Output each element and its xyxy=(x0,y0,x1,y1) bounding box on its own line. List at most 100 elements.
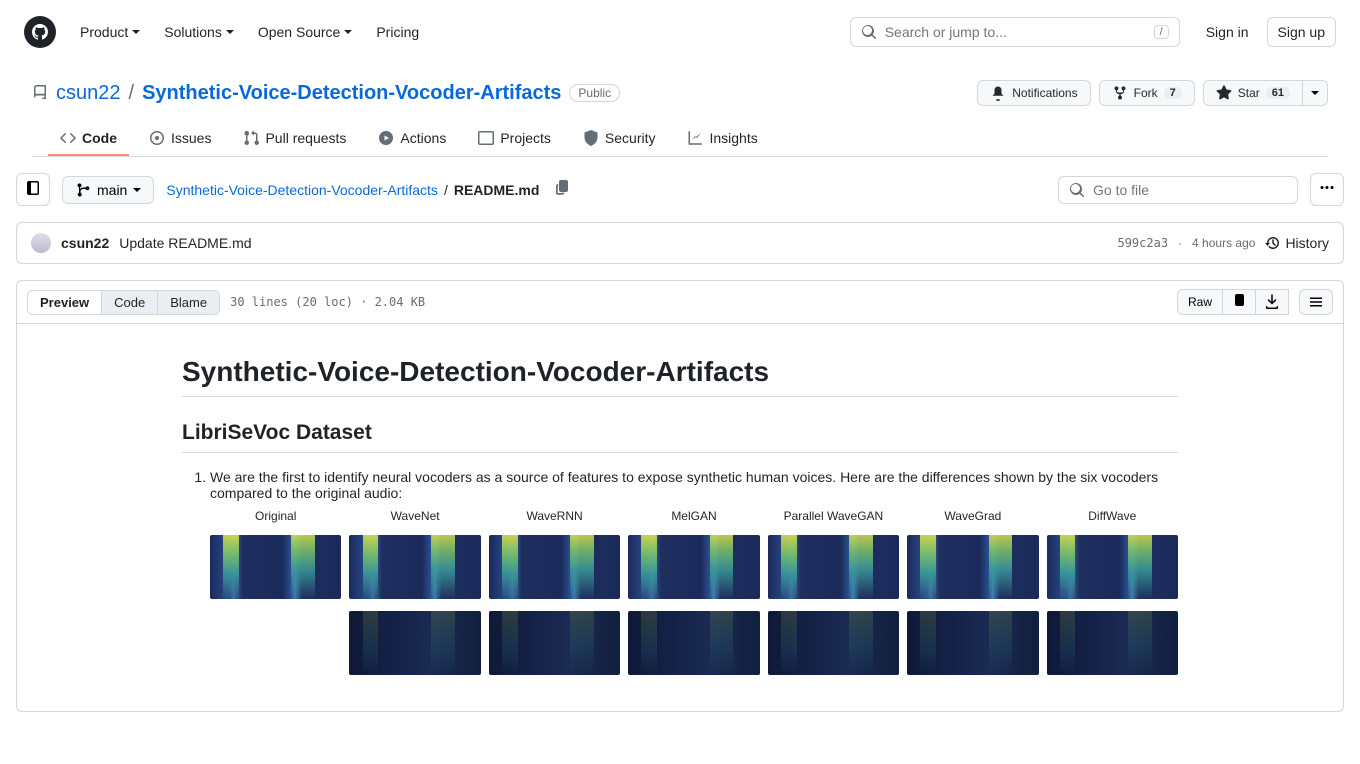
tab-blame[interactable]: Blame xyxy=(158,291,219,314)
repo-icon xyxy=(32,85,48,101)
nav-open-source[interactable]: Open Source xyxy=(250,18,361,46)
star-button[interactable]: Star 61 xyxy=(1203,80,1303,106)
search-input[interactable] xyxy=(885,24,1146,40)
outline-button[interactable] xyxy=(1299,289,1333,315)
signup-button[interactable]: Sign up xyxy=(1267,17,1336,47)
view-toggle: Preview Code Blame xyxy=(27,290,220,315)
spectrogram-diff xyxy=(349,611,480,675)
branch-selector[interactable]: main xyxy=(62,176,154,204)
goto-file-input[interactable] xyxy=(1093,182,1287,198)
spectrogram xyxy=(349,535,480,599)
star-button-group: Star 61 xyxy=(1203,80,1328,106)
file-toolbar: main Synthetic-Voice-Detection-Vocoder-A… xyxy=(16,173,1344,206)
tab-projects[interactable]: Projects xyxy=(466,122,563,156)
spectrogram-diff xyxy=(768,611,899,675)
more-options-button[interactable] xyxy=(1310,173,1344,206)
commit-meta: 599c2a3 · 4 hours ago History xyxy=(1117,235,1329,251)
commit-sha[interactable]: 599c2a3 xyxy=(1117,236,1168,250)
notifications-button[interactable]: Notifications xyxy=(977,80,1090,106)
play-icon xyxy=(378,130,394,146)
spectrogram xyxy=(907,535,1038,599)
repo-link[interactable]: Synthetic-Voice-Detection-Vocoder-Artifa… xyxy=(142,82,561,105)
global-header: Product Solutions Open Source Pricing / … xyxy=(0,0,1360,64)
chevron-down-icon xyxy=(226,30,234,34)
fork-button[interactable]: Fork 7 xyxy=(1099,80,1195,106)
nav-solutions[interactable]: Solutions xyxy=(156,18,242,46)
breadcrumb-repo[interactable]: Synthetic-Voice-Detection-Vocoder-Artifa… xyxy=(166,182,438,198)
star-menu-button[interactable] xyxy=(1303,80,1328,106)
file-area: main Synthetic-Voice-Detection-Vocoder-A… xyxy=(0,157,1360,728)
commit-bar: csun22 Update README.md 599c2a3 · 4 hour… xyxy=(16,222,1344,264)
auth-links: Sign in Sign up xyxy=(1196,17,1336,47)
spectrogram-diff xyxy=(489,611,620,675)
spec-col: Original xyxy=(210,509,341,675)
download-button[interactable] xyxy=(1256,289,1289,315)
commit-author[interactable]: csun22 xyxy=(61,235,109,251)
history-link[interactable]: History xyxy=(1265,235,1329,251)
star-count: 61 xyxy=(1266,87,1290,99)
project-icon xyxy=(478,130,494,146)
caret-down-icon xyxy=(133,188,141,192)
sidebar-toggle[interactable] xyxy=(16,173,50,206)
spectrogram xyxy=(489,535,620,599)
avatar[interactable] xyxy=(31,233,51,253)
sidebar-icon xyxy=(25,180,41,196)
copy-raw-button[interactable] xyxy=(1223,289,1256,315)
star-icon xyxy=(1216,85,1232,101)
file-actions: Raw xyxy=(1177,289,1333,315)
copy-path-button[interactable] xyxy=(551,176,575,203)
breadcrumb: Synthetic-Voice-Detection-Vocoder-Artifa… xyxy=(166,182,539,198)
tab-actions[interactable]: Actions xyxy=(366,122,458,156)
spectrogram-diff xyxy=(1047,611,1178,675)
goto-file[interactable] xyxy=(1058,176,1298,204)
visibility-badge: Public xyxy=(569,84,620,102)
readme-h2: LibriSeVoc Dataset xyxy=(182,421,1178,452)
signin-link[interactable]: Sign in xyxy=(1196,18,1259,46)
issue-icon xyxy=(149,130,165,146)
nav-pricing[interactable]: Pricing xyxy=(368,18,427,46)
search-shortcut: / xyxy=(1154,25,1169,39)
file-box: Preview Code Blame 30 lines (20 loc) · 2… xyxy=(16,280,1344,712)
spectrogram-grid: Original WaveNet WaveRNN xyxy=(210,509,1178,675)
fork-icon xyxy=(1112,85,1128,101)
commit-message[interactable]: Update README.md xyxy=(119,235,251,251)
github-logo[interactable] xyxy=(24,16,56,48)
code-icon xyxy=(60,130,76,146)
tab-preview[interactable]: Preview xyxy=(28,291,102,314)
tab-insights[interactable]: Insights xyxy=(675,122,769,156)
repo-title-row: csun22 / Synthetic-Voice-Detection-Vocod… xyxy=(32,80,1328,106)
caret-down-icon xyxy=(1311,91,1319,95)
tab-issues[interactable]: Issues xyxy=(137,122,223,156)
tab-code-view[interactable]: Code xyxy=(102,291,158,314)
shield-icon xyxy=(583,130,599,146)
spectrogram-diff xyxy=(628,611,759,675)
spectrogram xyxy=(210,535,341,599)
spec-col: WaveGrad xyxy=(907,509,1038,675)
tab-security[interactable]: Security xyxy=(571,122,668,156)
owner-link[interactable]: csun22 xyxy=(56,82,121,105)
readme-body: Synthetic-Voice-Detection-Vocoder-Artifa… xyxy=(150,324,1210,711)
spec-col: Parallel WaveGAN xyxy=(768,509,899,675)
mark-github-icon xyxy=(32,24,48,40)
history-icon xyxy=(1265,235,1281,251)
copy-icon xyxy=(555,180,571,196)
repo-header: csun22 / Synthetic-Voice-Detection-Vocod… xyxy=(0,64,1360,157)
spectrogram-diff xyxy=(907,611,1038,675)
spec-col: MelGAN xyxy=(628,509,759,675)
chevron-down-icon xyxy=(132,30,140,34)
spec-col: WaveNet xyxy=(349,509,480,675)
spec-col: DiffWave xyxy=(1047,509,1178,675)
spectrogram xyxy=(628,535,759,599)
tab-pulls[interactable]: Pull requests xyxy=(231,122,358,156)
global-search[interactable]: / xyxy=(850,17,1180,47)
chevron-down-icon xyxy=(344,30,352,34)
nav-product[interactable]: Product xyxy=(72,18,148,46)
search-icon xyxy=(861,24,877,40)
file-meta: 30 lines (20 loc) · 2.04 KB xyxy=(230,295,425,309)
readme-h1: Synthetic-Voice-Detection-Vocoder-Artifa… xyxy=(182,356,1178,397)
repo-tabs: Code Issues Pull requests Actions Projec… xyxy=(32,122,1328,157)
raw-button[interactable]: Raw xyxy=(1177,289,1223,315)
tab-code[interactable]: Code xyxy=(48,122,129,156)
repo-actions: Notifications Fork 7 Star 61 xyxy=(977,80,1328,106)
branch-icon xyxy=(75,182,91,198)
